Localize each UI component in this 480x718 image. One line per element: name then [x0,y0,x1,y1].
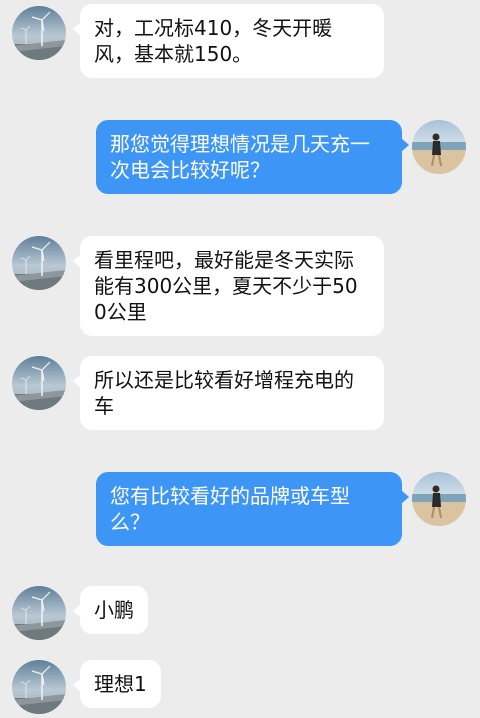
chat-message-list[interactable]: 对，工况标410，冬天开暖风，基本就150。 那您觉得理想情况是几天充一次电会比… [0,0,480,718]
wind-turbine-avatar-icon[interactable] [12,6,66,60]
message-bubble[interactable]: 您有比较看好的品牌或车型么？ [96,472,409,546]
message-bubble[interactable]: 理想1 [73,660,161,708]
message-bubble[interactable]: 看里程吧，最好能是冬天实际能有300公里，夏天不少于500公里 [73,236,384,336]
beach-walker-avatar-icon[interactable] [412,472,466,526]
wind-turbine-avatar-icon[interactable] [12,236,66,290]
message-bubble[interactable]: 那您觉得理想情况是几天充一次电会比较好呢？ [96,120,409,194]
message-bubble[interactable]: 对，工况标410，冬天开暖风，基本就150。 [73,4,384,78]
message-bubble[interactable]: 小鹏 [73,586,148,634]
wind-turbine-avatar-icon[interactable] [12,356,66,410]
wind-turbine-avatar-icon[interactable] [12,660,66,714]
message-bubble[interactable]: 所以还是比较看好增程充电的车 [73,356,384,430]
wind-turbine-avatar-icon[interactable] [12,586,66,640]
beach-walker-avatar-icon[interactable] [412,120,466,174]
